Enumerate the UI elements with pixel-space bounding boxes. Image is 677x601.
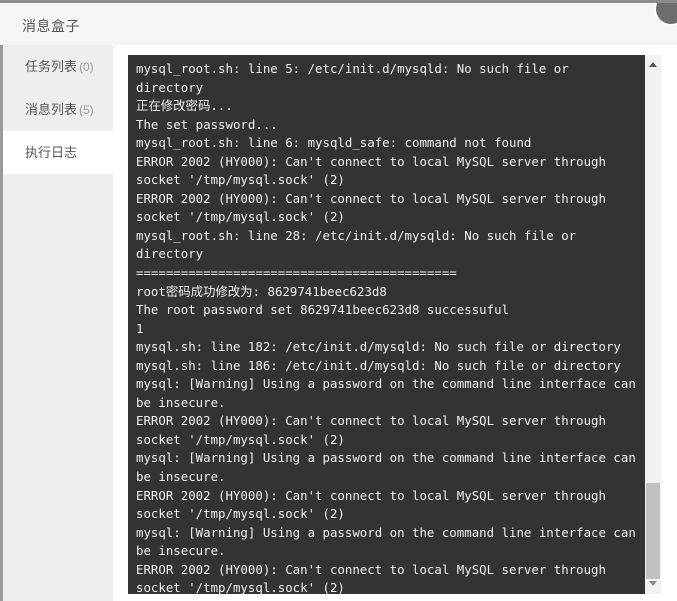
- scrollbar-thumb[interactable]: [646, 483, 660, 579]
- sidebar: 任务列表 (0) 消息列表 (5) 执行日志: [0, 45, 113, 601]
- sidebar-item-execution-log[interactable]: 执行日志: [3, 131, 113, 174]
- sidebar-item-count: (5): [79, 103, 94, 117]
- page-title: 消息盒子: [22, 18, 80, 34]
- triangle-down-icon[interactable]: [645, 576, 661, 592]
- execution-log-console[interactable]: mysql_root.sh: line 5: /etc/init.d/mysql…: [128, 55, 661, 594]
- sidebar-item-task-list[interactable]: 任务列表 (0): [3, 45, 113, 88]
- console-scrollbar[interactable]: [645, 55, 661, 594]
- sidebar-item-label: 任务列表: [25, 59, 78, 74]
- sidebar-item-message-list[interactable]: 消息列表 (5): [3, 88, 113, 131]
- console-log-text: mysql_root.sh: line 5: /etc/init.d/mysql…: [136, 61, 636, 594]
- sidebar-item-label: 执行日志: [25, 145, 78, 160]
- sidebar-item-label: 消息列表: [25, 102, 78, 117]
- sidebar-item-count: (0): [79, 60, 94, 74]
- window-header: 消息盒子: [0, 3, 677, 45]
- message-box-window: 消息盒子 任务列表 (0) 消息列表 (5) 执行日志 mysql_root.sh:…: [0, 0, 677, 601]
- triangle-up-icon[interactable]: [645, 57, 661, 73]
